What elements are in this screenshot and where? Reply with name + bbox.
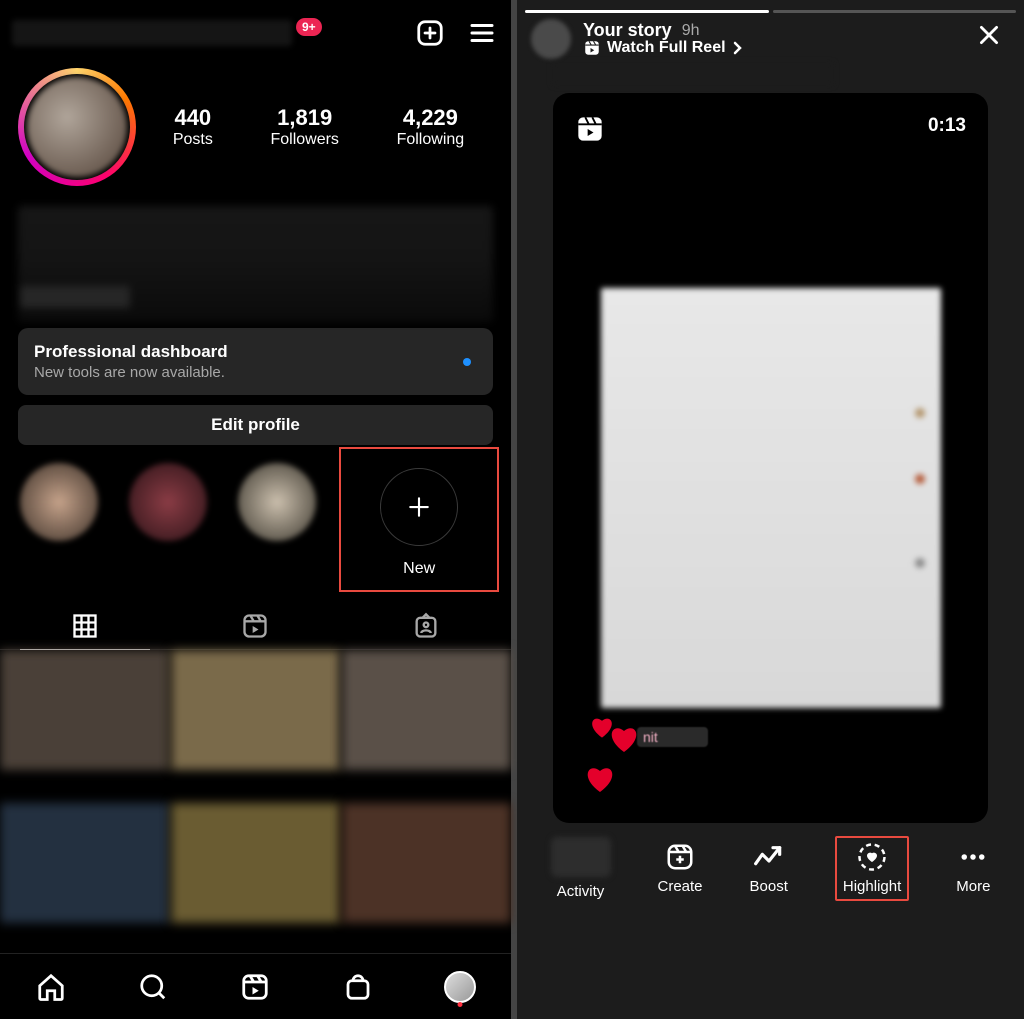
post-thumbnail[interactable] <box>0 803 169 923</box>
boost-label: Boost <box>750 878 788 895</box>
profile-tabs <box>0 602 511 650</box>
edit-profile-label: Edit profile <box>211 415 300 435</box>
profile-avatar <box>27 77 127 177</box>
reels-nav-button[interactable] <box>235 967 275 1007</box>
menu-icon <box>467 18 497 48</box>
add-highlight-label: New <box>403 560 435 578</box>
more-icon <box>958 842 988 872</box>
plus-square-icon <box>415 18 445 48</box>
highlight-button-callout: Highlight <box>835 836 909 901</box>
story-timestamp: 9h <box>682 22 700 40</box>
menu-button[interactable] <box>465 16 499 50</box>
followers-count: 1,819 <box>270 105 338 131</box>
activity-label: Activity <box>557 883 605 900</box>
profile-header: 440 Posts 1,819 Followers 4,229 Followin… <box>0 66 511 200</box>
new-indicator-dot <box>463 358 471 366</box>
highlight-icon <box>857 842 887 872</box>
watch-full-reel-link[interactable]: Watch Full Reel <box>583 39 742 57</box>
post-thumbnail[interactable] <box>0 650 169 770</box>
profile-bio <box>18 206 493 322</box>
tagged-icon <box>412 612 440 640</box>
story-progress-bar <box>517 0 1024 10</box>
shop-button[interactable] <box>338 967 378 1007</box>
home-icon <box>36 972 66 1002</box>
reel-thumbnail <box>601 288 941 708</box>
posts-stat[interactable]: 440 Posts <box>173 105 213 149</box>
grid-tab[interactable] <box>0 602 170 649</box>
reels-icon <box>241 612 269 640</box>
highlight-label: Highlight <box>843 878 901 895</box>
pro-dashboard-title: Professional dashboard <box>34 342 477 362</box>
posts-count: 440 <box>173 105 213 131</box>
boost-icon <box>753 842 785 872</box>
profile-screen: 9+ 440 Posts 1,819 Followers 4,229 Follo… <box>0 0 511 1019</box>
reel-badge-icon <box>583 39 601 57</box>
highlight-item[interactable] <box>12 463 105 592</box>
reels-tab[interactable] <box>170 602 340 649</box>
home-button[interactable] <box>31 967 71 1007</box>
followers-stat[interactable]: 1,819 Followers <box>270 105 338 149</box>
story-viewer-screen: Your story 9h Watch Full Reel 0:13 nit <box>517 0 1024 1019</box>
shop-icon <box>343 972 373 1002</box>
viewers-thumbnail <box>551 837 611 877</box>
profile-top-bar: 9+ <box>0 0 511 66</box>
post-thumbnail[interactable] <box>342 803 511 923</box>
edit-profile-button[interactable]: Edit profile <box>18 405 493 445</box>
viewer-name-pill[interactable]: nit <box>637 727 708 747</box>
following-stat[interactable]: 4,229 Following <box>397 105 465 149</box>
post-thumbnail[interactable] <box>171 803 340 923</box>
add-highlight-button[interactable] <box>380 468 458 546</box>
chevron-right-icon <box>732 41 742 55</box>
username-label[interactable] <box>12 20 292 46</box>
bottom-nav <box>0 953 511 1019</box>
posts-label: Posts <box>173 131 213 149</box>
post-thumbnail[interactable] <box>342 650 511 770</box>
highlight-button[interactable]: Highlight <box>843 842 901 895</box>
post-thumbnail[interactable] <box>171 650 340 770</box>
story-header: Your story 9h Watch Full Reel <box>517 10 1024 67</box>
boost-button[interactable]: Boost <box>750 842 788 895</box>
create-button[interactable] <box>413 16 447 50</box>
search-icon <box>138 972 168 1002</box>
following-label: Following <box>397 131 465 149</box>
profile-nav-avatar <box>444 971 476 1003</box>
profile-nav-button[interactable] <box>440 967 480 1007</box>
story-author-avatar[interactable] <box>531 19 571 59</box>
plus-icon <box>404 492 434 522</box>
story-ring[interactable] <box>18 68 136 186</box>
story-author-name[interactable]: Your story <box>583 20 672 41</box>
search-button[interactable] <box>133 967 173 1007</box>
more-label: More <box>956 878 990 895</box>
activity-button[interactable]: Activity <box>551 837 611 900</box>
close-button[interactable] <box>968 18 1010 59</box>
highlight-item[interactable] <box>121 463 214 592</box>
watch-full-reel-label: Watch Full Reel <box>607 39 726 57</box>
highlight-new-callout: New <box>339 447 499 592</box>
reel-duration: 0:13 <box>928 115 966 137</box>
story-highlights-row: New <box>0 445 511 598</box>
reels-icon <box>240 972 270 1002</box>
tagged-tab[interactable] <box>341 602 511 649</box>
create-label: Create <box>658 878 703 895</box>
pro-dashboard-subtitle: New tools are now available. <box>34 364 477 381</box>
highlight-item[interactable] <box>230 463 323 592</box>
notification-badge[interactable]: 9+ <box>296 18 322 36</box>
create-story-button[interactable]: Create <box>658 842 703 895</box>
close-icon <box>976 22 1002 48</box>
grid-icon <box>71 612 99 640</box>
story-caption-blur <box>553 63 833 85</box>
story-toolbar: Activity Create Boost Highlight More <box>517 823 1024 913</box>
following-count: 4,229 <box>397 105 465 131</box>
create-icon <box>665 842 695 872</box>
posts-grid <box>0 650 511 953</box>
profile-stats: 440 Posts 1,819 Followers 4,229 Followin… <box>144 105 493 149</box>
reels-icon <box>575 115 605 143</box>
followers-label: Followers <box>270 131 338 149</box>
professional-dashboard-card[interactable]: Professional dashboard New tools are now… <box>18 328 493 395</box>
more-button[interactable]: More <box>956 842 990 895</box>
reel-preview-card[interactable]: 0:13 nit <box>553 93 988 823</box>
